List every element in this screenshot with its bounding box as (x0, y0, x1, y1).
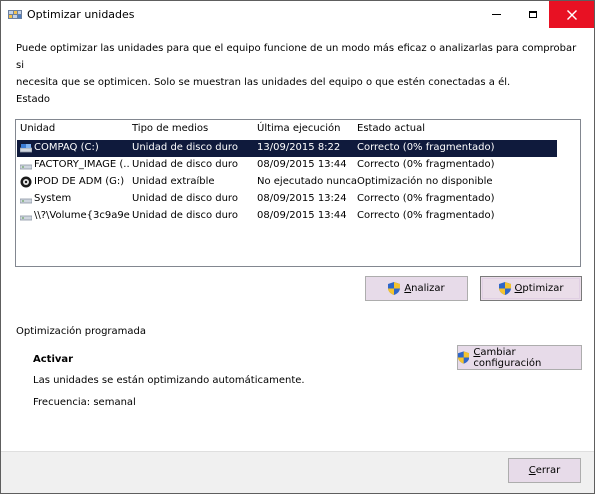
scheduled-optimization-label: Optimización programada (16, 326, 147, 337)
optimize-drives-window: Optimizar unidades Puede optimizar las u… (0, 0, 595, 494)
drive-name: System (34, 193, 72, 204)
hard-drive-icon (20, 164, 32, 170)
optimize-button[interactable]: Optimizar (480, 276, 582, 301)
uac-shield-icon (388, 282, 401, 295)
change-settings-button[interactable]: Cambiar configuración (457, 345, 582, 370)
drive-row-ipod[interactable]: IPOD DE ADM (G:) Unidad extraíble No eje… (17, 174, 557, 191)
close-dialog-button[interactable]: Cerrar (508, 458, 581, 483)
column-header-estado[interactable]: Estado actual (357, 123, 425, 138)
change-settings-button-label: Cambiar configuración (473, 346, 542, 369)
maximize-icon (528, 11, 537, 18)
hard-drive-icon (20, 198, 32, 204)
drive-last-run: 13/09/2015 8:22 (257, 142, 341, 153)
close-dialog-button-label: Cerrar (528, 465, 561, 476)
column-header-ultima[interactable]: Última ejecución (257, 123, 341, 138)
drive-name: FACTORY_IMAGE (... (34, 159, 130, 170)
removable-drive-icon (20, 176, 32, 188)
drive-last-run: 08/09/2015 13:44 (257, 210, 347, 221)
intro-text: Puede optimizar las unidades para que el… (16, 40, 581, 91)
schedule-description: Las unidades se están optimizando automá… (33, 375, 305, 386)
drive-last-run: 08/09/2015 13:44 (257, 159, 347, 170)
close-button[interactable] (549, 1, 594, 28)
intro-line-1: Puede optimizar las unidades para que el… (16, 43, 577, 71)
drive-name: IPOD DE ADM (G:) (34, 176, 125, 187)
defrag-app-icon (8, 10, 22, 19)
title-bar[interactable]: Optimizar unidades (1, 1, 594, 28)
drives-list[interactable]: Unidad Tipo de medios Última ejecución E… (15, 119, 581, 267)
analyze-button-label: Analizar (404, 283, 445, 294)
minimize-button[interactable] (479, 1, 514, 28)
close-icon (566, 9, 577, 20)
drive-status: Optimización no disponible (357, 176, 493, 187)
hard-drive-icon (20, 144, 32, 153)
drive-last-run: No ejecutado nunca (257, 176, 357, 187)
schedule-frequency: Frecuencia: semanal (33, 397, 136, 408)
column-header-tipo[interactable]: Tipo de medios (132, 123, 208, 138)
window-title: Optimizar unidades (27, 8, 135, 21)
uac-shield-icon (498, 282, 511, 295)
drive-row-system[interactable]: System Unidad de disco duro 08/09/2015 1… (17, 191, 557, 208)
drive-media-type: Unidad de disco duro (132, 159, 238, 170)
optimize-button-label: Optimizar (514, 283, 564, 294)
analyze-button[interactable]: Analizar (365, 276, 468, 301)
drive-status: Correcto (0% fragmentado) (357, 210, 495, 221)
drive-row-factory-image[interactable]: FACTORY_IMAGE (... Unidad de disco duro … (17, 157, 557, 174)
dialog-footer: Cerrar (1, 451, 594, 493)
drive-last-run: 08/09/2015 13:24 (257, 193, 347, 204)
minimize-icon (492, 14, 501, 15)
drive-row-volume[interactable]: \\?\Volume{3c9a9e... Unidad de disco dur… (17, 208, 557, 225)
drive-media-type: Unidad de disco duro (132, 210, 238, 221)
drive-row-compaq[interactable]: COMPAQ (C:) Unidad de disco duro 13/09/2… (17, 140, 557, 157)
column-header-unidad[interactable]: Unidad (20, 123, 55, 138)
window-content: Puede optimizar las unidades para que el… (1, 28, 594, 451)
drive-media-type: Unidad extraíble (132, 176, 215, 187)
schedule-status: Activar (33, 354, 74, 365)
intro-line-2: necesita que se optimicen. Solo se muest… (16, 77, 511, 88)
hard-drive-icon (20, 215, 32, 221)
drive-status: Correcto (0% fragmentado) (357, 159, 495, 170)
drive-name: \\?\Volume{3c9a9e... (34, 210, 130, 221)
uac-shield-icon (458, 351, 470, 364)
drive-media-type: Unidad de disco duro (132, 142, 238, 153)
drive-name: COMPAQ (C:) (34, 142, 99, 153)
status-section-label: Estado (16, 94, 51, 105)
drive-status: Correcto (0% fragmentado) (357, 142, 495, 153)
drive-status: Correcto (0% fragmentado) (357, 193, 495, 204)
maximize-button[interactable] (515, 1, 550, 28)
drive-media-type: Unidad de disco duro (132, 193, 238, 204)
